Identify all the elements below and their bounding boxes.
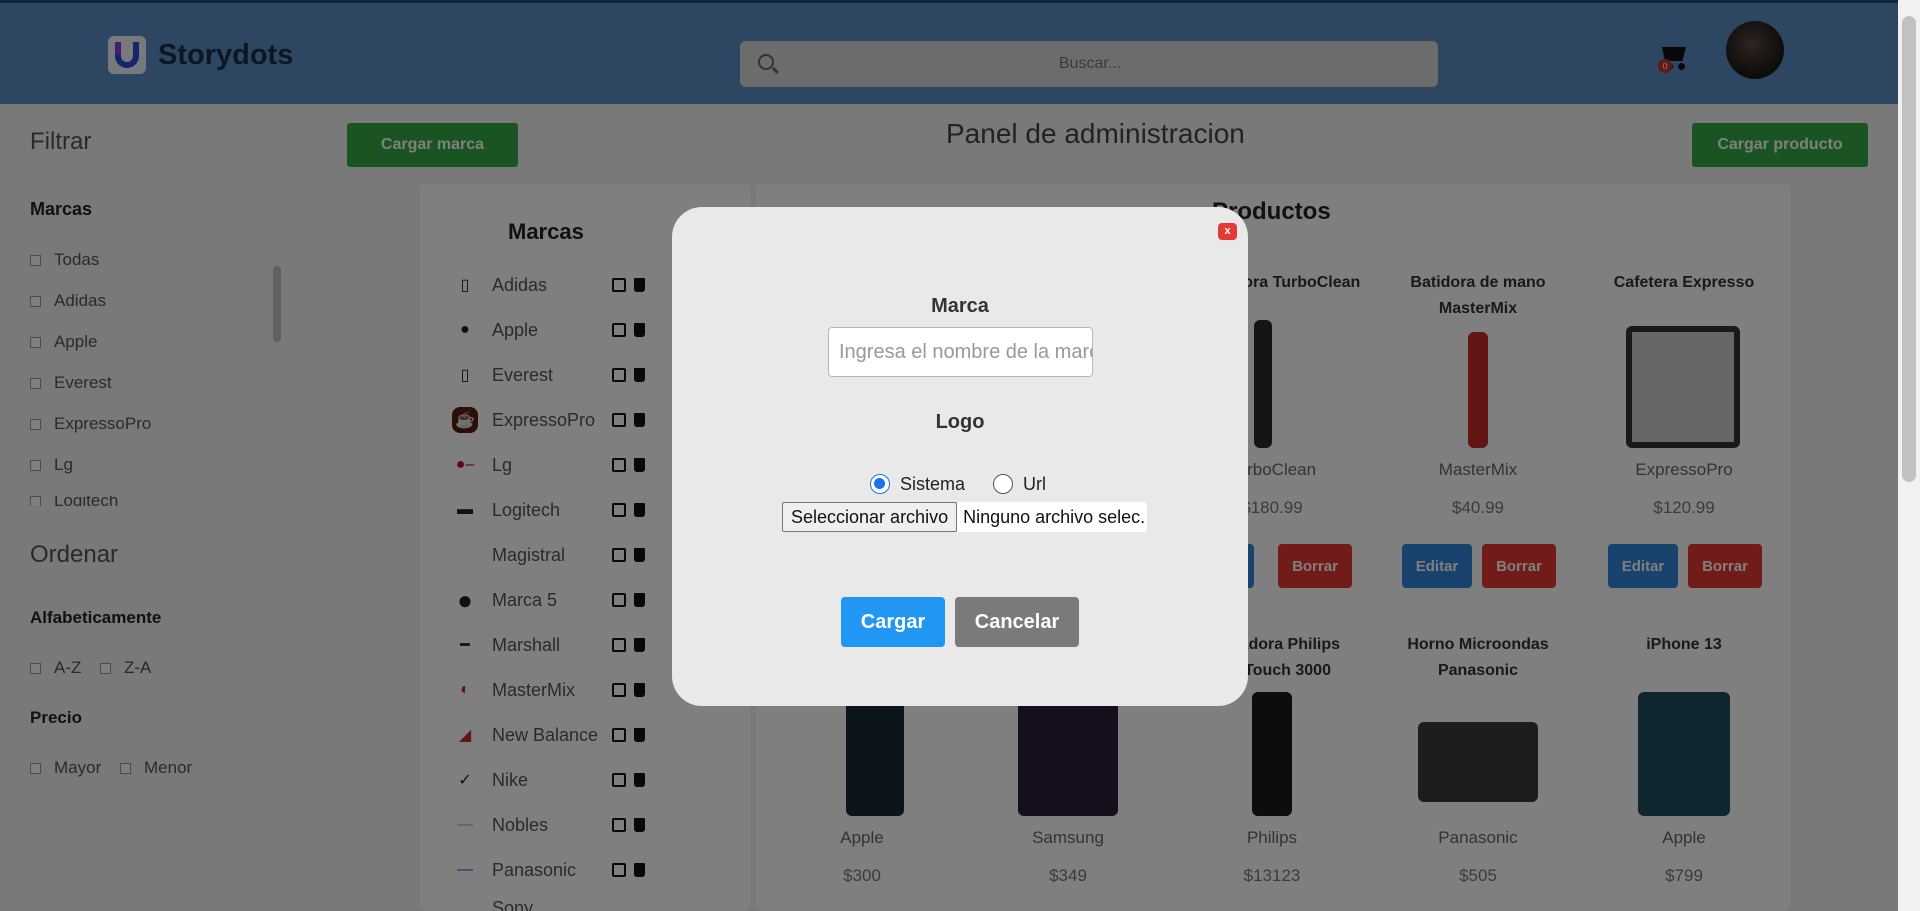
logo-label: Logo: [935, 411, 985, 433]
radio-url-label: Url: [1023, 473, 1047, 494]
radio-url[interactable]: [993, 474, 1014, 494]
brand-label: Marca: [931, 295, 989, 317]
close-icon[interactable]: x: [1218, 223, 1237, 240]
radio-system[interactable]: [870, 474, 890, 494]
brand-name-input[interactable]: [828, 327, 1093, 377]
logo-source-radios: Sistema Url: [870, 473, 1046, 495]
cancel-button[interactable]: Cancelar: [955, 597, 1079, 647]
radio-system-label: Sistema: [900, 473, 966, 494]
page-scrollbar[interactable]: [1898, 0, 1920, 911]
choose-file-button[interactable]: Seleccionar archivo: [782, 502, 958, 532]
submit-button[interactable]: Cargar: [841, 597, 945, 647]
file-picker: Seleccionar archivo Ninguno archivo sele…: [782, 502, 1148, 532]
add-brand-modal: x Marca Logo Sistema Url Seleccionar arc…: [672, 207, 1248, 706]
file-status: Ninguno archivo selec.: [957, 502, 1148, 532]
